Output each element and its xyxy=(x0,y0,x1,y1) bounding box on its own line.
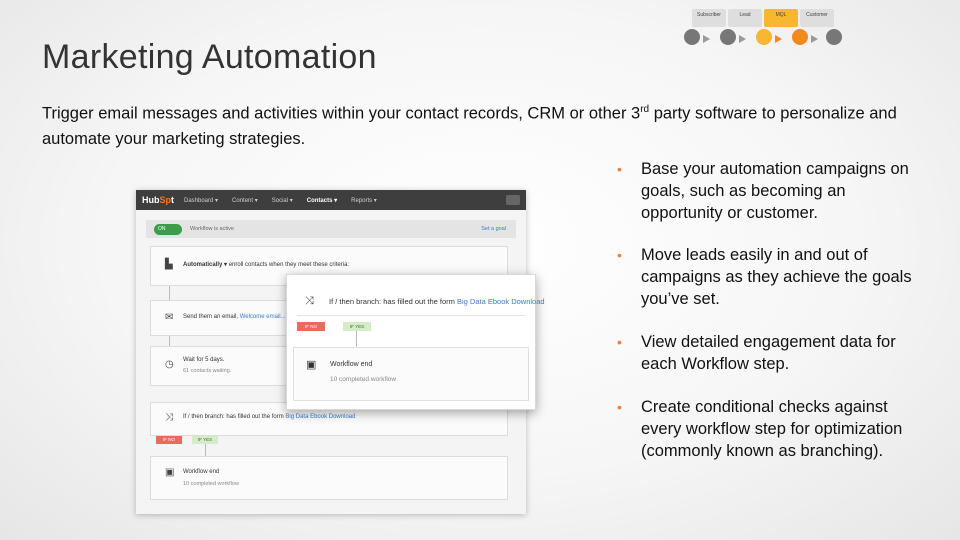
workflow-end-text: Workflow end xyxy=(183,469,220,475)
if-no-tag[interactable]: IF NO xyxy=(156,436,182,444)
email-step-text: Send them an email, Welcome email... xyxy=(183,314,286,320)
workflow-status-text: Workflow is active xyxy=(190,226,234,232)
workflow-status-row: ON Workflow is active Set a goal xyxy=(146,220,516,238)
app-nav-bar: HubSpt Dashboard ▾ Content ▾ Social ▾ Co… xyxy=(136,190,526,210)
subtitle-text-start: Trigger email messages and activities wi… xyxy=(42,104,641,123)
slide-title: Marketing Automation xyxy=(42,38,377,76)
bullet-icon: • xyxy=(617,399,622,415)
stage-arrow-icon xyxy=(703,35,710,43)
set-goal-link[interactable]: Set a goal xyxy=(481,226,506,232)
zoom-workflow-end-text: Workflow end xyxy=(330,361,373,368)
stage-circle-1 xyxy=(684,29,700,45)
lifecycle-stage-diagram: Subscriber Lead MQL Customer xyxy=(680,5,845,50)
stage-circle-2 xyxy=(720,29,736,45)
bullet-item: • View detailed engagement data for each … xyxy=(617,331,917,375)
stage-box-subscriber: Subscriber xyxy=(692,9,726,27)
nav-item-content[interactable]: Content ▾ xyxy=(232,197,258,204)
envelope-icon: ✉ xyxy=(165,312,174,323)
zoom-workflow-end-sub: 10 completed workflow xyxy=(330,376,397,383)
connector-line xyxy=(205,444,206,456)
clock-icon: ◷ xyxy=(165,359,174,370)
connector-line xyxy=(169,286,170,300)
bullet-text: Create conditional checks against every … xyxy=(641,398,903,460)
branch-icon: ⤨ xyxy=(165,412,173,423)
stage-arrow-icon xyxy=(811,35,818,43)
zoom-branch-text: If / then branch: has filled out the for… xyxy=(329,297,545,306)
zoom-workflow-end-card[interactable]: ▣ Workflow end 10 completed workflow xyxy=(293,347,529,401)
people-icon: ▙ xyxy=(165,259,173,270)
nav-item-contacts[interactable]: Contacts ▾ xyxy=(307,197,337,204)
stage-box-lead: Lead xyxy=(728,9,762,27)
slide-subtitle: Trigger email messages and activities wi… xyxy=(42,97,902,152)
nav-item-dashboard[interactable]: Dashboard ▾ xyxy=(184,197,218,204)
branch-step-text: If / then branch: has filled out the for… xyxy=(183,414,356,420)
bullet-icon: • xyxy=(617,161,622,177)
stage-box-mql: MQL xyxy=(764,9,798,27)
bullet-icon: • xyxy=(617,247,622,263)
feature-bullet-list: • Base your automation campaigns on goals… xyxy=(617,158,917,462)
bullet-text: View detailed engagement data for each W… xyxy=(641,333,896,373)
stage-circle-3 xyxy=(756,29,772,45)
connector-line xyxy=(356,331,357,347)
bullet-item: • Move leads easily in and out of campaig… xyxy=(617,244,917,310)
stage-arrow-icon xyxy=(739,35,746,43)
trigger-text: Automatically ▾ enroll contacts when the… xyxy=(183,262,350,268)
branch-icon: ⤨ xyxy=(305,295,314,307)
nav-item-social[interactable]: Social ▾ xyxy=(272,197,293,204)
bullet-text: Move leads easily in and out of campaign… xyxy=(641,246,912,308)
divider xyxy=(297,315,525,316)
stage-circle-4 xyxy=(792,29,808,45)
nav-item-reports[interactable]: Reports ▾ xyxy=(351,197,377,204)
if-yes-tag[interactable]: IF YES xyxy=(192,436,218,444)
wait-step-text: Wait for 5 days. xyxy=(183,357,225,363)
wait-step-sub: 61 contacts waiting. xyxy=(183,368,232,374)
workflow-end-card[interactable]: ▣ Workflow end 10 completed workflow xyxy=(150,456,508,500)
bullet-icon: • xyxy=(617,334,622,350)
zoomed-branch-callout: ⤨ If / then branch: has filled out the f… xyxy=(286,274,545,410)
zoom-if-no-tag[interactable]: IF NO xyxy=(297,322,325,331)
bullet-item: • Create conditional checks against every… xyxy=(617,396,917,462)
finish-flag-icon: ▣ xyxy=(306,359,317,371)
stage-circle-5 xyxy=(826,29,842,45)
stage-box-customer: Customer xyxy=(800,9,834,27)
subtitle-superscript: rd xyxy=(640,104,650,115)
bullet-text: Base your automation campaigns on goals,… xyxy=(641,160,909,222)
bullet-item: • Base your automation campaigns on goals… xyxy=(617,158,917,224)
search-icon[interactable] xyxy=(506,195,520,205)
workflow-toggle[interactable]: ON xyxy=(154,223,182,235)
connector-line xyxy=(169,336,170,346)
hubspot-logo: HubSpt xyxy=(142,195,175,205)
workflow-end-sub: 10 completed workflow xyxy=(183,481,239,487)
stage-arrow-icon xyxy=(775,35,782,43)
zoom-if-yes-tag[interactable]: IF YES xyxy=(343,322,371,331)
finish-flag-icon: ▣ xyxy=(165,467,175,478)
